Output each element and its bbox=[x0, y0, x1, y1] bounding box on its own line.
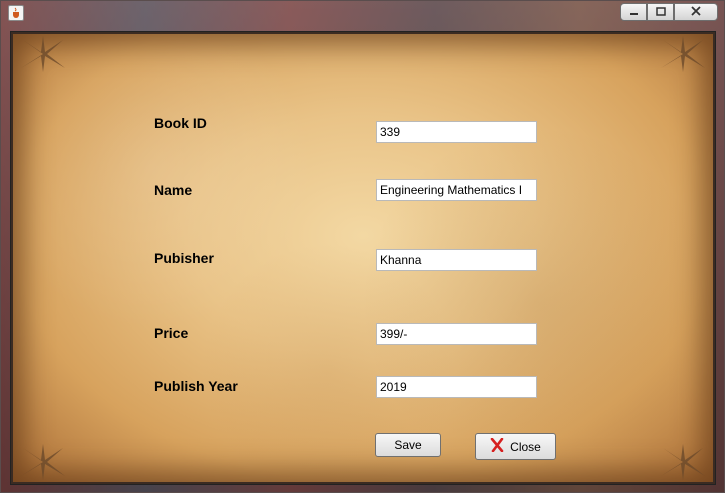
save-button[interactable]: Save bbox=[375, 433, 441, 457]
close-button[interactable]: Close bbox=[475, 433, 556, 460]
publish-year-field[interactable] bbox=[376, 376, 537, 398]
save-button-label: Save bbox=[394, 438, 422, 452]
minimize-button[interactable] bbox=[620, 3, 647, 21]
publisher-label: Pubisher bbox=[154, 250, 214, 266]
book-id-label: Book ID bbox=[154, 115, 207, 131]
java-cup-icon[interactable] bbox=[8, 5, 24, 21]
title-bar bbox=[1, 1, 724, 29]
close-button-label: Close bbox=[510, 439, 541, 454]
form-panel: Book ID Name Pubisher Price Publish Year… bbox=[10, 31, 716, 485]
book-id-field[interactable] bbox=[376, 121, 537, 143]
book-details-window: Book ID Name Pubisher Price Publish Year… bbox=[0, 0, 725, 493]
name-field[interactable] bbox=[376, 179, 537, 201]
minimize-icon bbox=[629, 5, 639, 19]
corner-ornament-icon bbox=[661, 36, 705, 72]
publish-year-label: Publish Year bbox=[154, 378, 238, 394]
parchment-background bbox=[13, 34, 713, 482]
price-label: Price bbox=[154, 325, 189, 341]
price-field[interactable] bbox=[376, 323, 537, 345]
publisher-field[interactable] bbox=[376, 249, 537, 271]
close-window-button[interactable] bbox=[674, 3, 718, 21]
corner-ornament-icon bbox=[661, 444, 705, 480]
corner-ornament-icon bbox=[21, 444, 65, 480]
corner-ornament-icon bbox=[21, 36, 65, 72]
close-icon bbox=[691, 5, 701, 19]
maximize-button[interactable] bbox=[647, 3, 674, 21]
name-label: Name bbox=[154, 182, 193, 198]
maximize-icon bbox=[655, 5, 666, 19]
red-x-icon bbox=[490, 437, 504, 455]
